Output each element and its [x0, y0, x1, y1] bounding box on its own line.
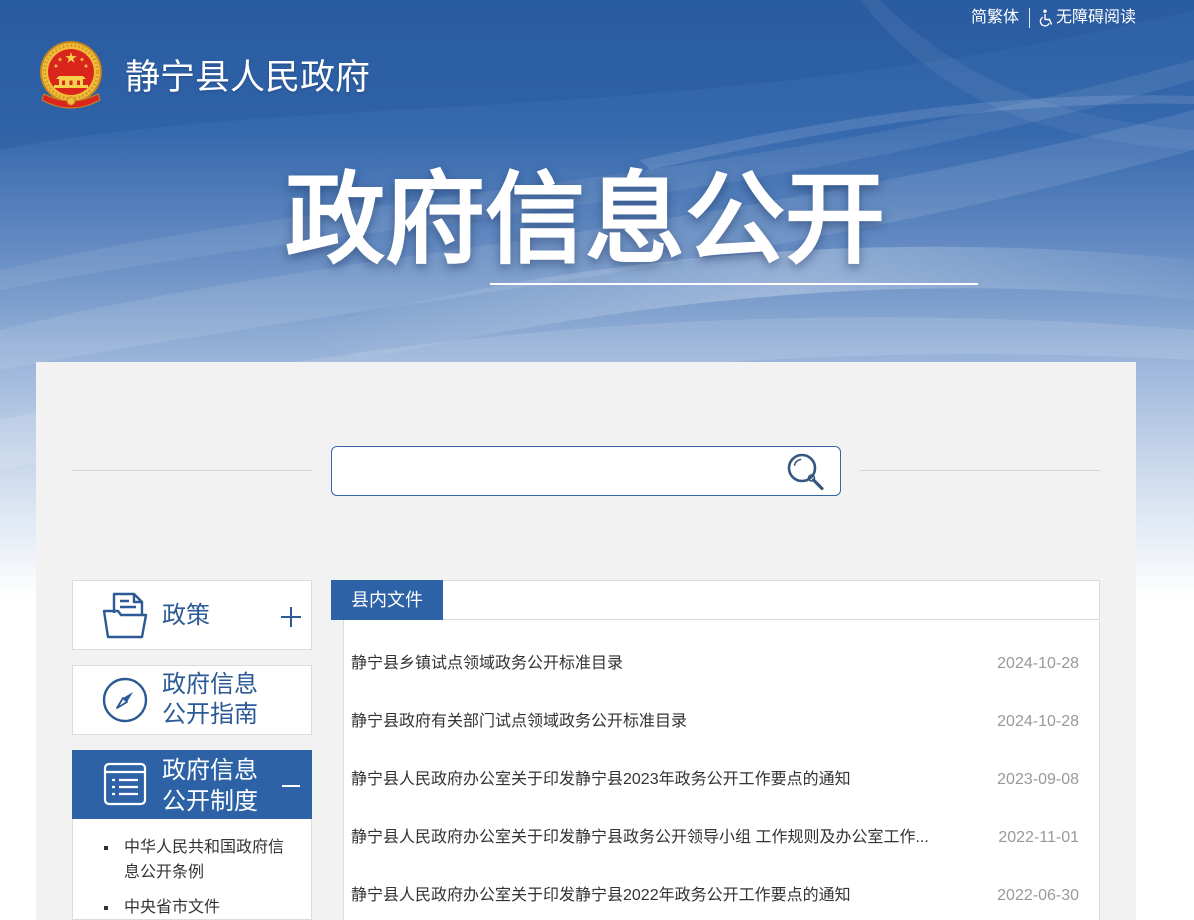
top-links-divider — [1029, 8, 1030, 28]
article-date: 2023-09-08 — [997, 771, 1079, 788]
sub-item-label: 中央省市文件 — [124, 899, 221, 916]
article-date: 2022-11-01 — [998, 829, 1079, 846]
article-date: 2022-06-30 — [997, 887, 1079, 904]
minus-icon[interactable] — [282, 785, 300, 787]
article-date: 2024-10-28 — [997, 713, 1079, 730]
bullet-icon — [104, 846, 108, 850]
plus-icon[interactable] — [281, 607, 301, 627]
sub-item-label: 中华人民共和国政府信息公开条例 — [124, 839, 285, 881]
national-emblem-icon — [38, 40, 104, 110]
article-title: 静宁县人民政府办公室关于印发静宁县2023年政务公开工作要点的通知 — [351, 771, 851, 788]
bullet-icon — [104, 906, 108, 910]
banner-title: 政府信息公开 — [285, 164, 885, 276]
search-input[interactable] — [344, 447, 774, 495]
list-item[interactable]: 静宁县人民政府办公室关于印发静宁县2023年政务公开工作要点的通知 2023-0… — [344, 758, 1099, 802]
list-item[interactable]: 静宁县政府有关部门试点领域政务公开标准目录 2024-10-28 — [344, 700, 1099, 744]
banner-underline — [490, 283, 978, 285]
list-item[interactable]: 静宁县乡镇试点领域政务公开标准目录 2024-10-28 — [344, 642, 1099, 686]
wheelchair-icon — [1039, 8, 1056, 28]
simplified-traditional-switch[interactable]: 简繁体 — [971, 8, 1019, 28]
accessibility-link[interactable]: 无障碍阅读 — [1039, 8, 1136, 28]
list-item[interactable]: 静宁县人民政府办公室关于印发静宁县政务公开领导小组 工作规则及办公室工作... … — [344, 816, 1099, 860]
search-bar — [331, 446, 841, 496]
search-divider-left — [72, 470, 312, 471]
compass-icon — [102, 677, 148, 723]
sub-item-disclosure-regulations[interactable]: 中华人民共和国政府信息公开条例 — [104, 835, 294, 885]
article-title: 静宁县乡镇试点领域政务公开标准目录 — [351, 655, 624, 672]
accessibility-label: 无障碍阅读 — [1056, 9, 1137, 26]
sidebar-sub-list: 中华人民共和国政府信息公开条例 中央省市文件 — [72, 819, 312, 920]
list-document-icon — [102, 761, 148, 807]
tab-bar: 县内文件 — [331, 580, 1100, 620]
list-item[interactable]: 静宁县人民政府办公室关于印发静宁县2022年政务公开工作要点的通知 2022-0… — [344, 874, 1099, 918]
search-icon — [785, 451, 825, 491]
tab-county-documents[interactable]: 县内文件 — [331, 580, 443, 620]
article-list: 静宁县乡镇试点领域政务公开标准目录 2024-10-28 静宁县政府有关部门试点… — [343, 620, 1100, 920]
sidebar-item-disclosure-system[interactable]: 政府信息公开制度 — [72, 750, 312, 819]
site-title: 静宁县人民政府 — [125, 58, 371, 97]
article-date: 2024-10-28 — [997, 655, 1079, 672]
article-title: 静宁县政府有关部门试点领域政务公开标准目录 — [351, 713, 688, 730]
sidebar-item-label: 政府信息公开指南 — [162, 671, 258, 728]
article-title: 静宁县人民政府办公室关于印发静宁县2022年政务公开工作要点的通知 — [351, 887, 851, 904]
sidebar-item-disclosure-guide[interactable]: 政府信息公开指南 — [72, 665, 312, 735]
sidebar-item-label: 政策 — [162, 602, 210, 629]
search-button[interactable] — [785, 451, 825, 491]
policy-folder-icon — [102, 591, 148, 639]
sub-item-central-provincial-documents[interactable]: 中央省市文件 — [104, 898, 294, 918]
search-divider-right — [860, 470, 1100, 471]
sidebar-item-label: 政府信息公开制度 — [162, 757, 258, 815]
sidebar-item-policy[interactable]: 政策 — [72, 580, 312, 650]
article-title: 静宁县人民政府办公室关于印发静宁县政务公开领导小组 工作规则及办公室工作... — [351, 829, 929, 846]
